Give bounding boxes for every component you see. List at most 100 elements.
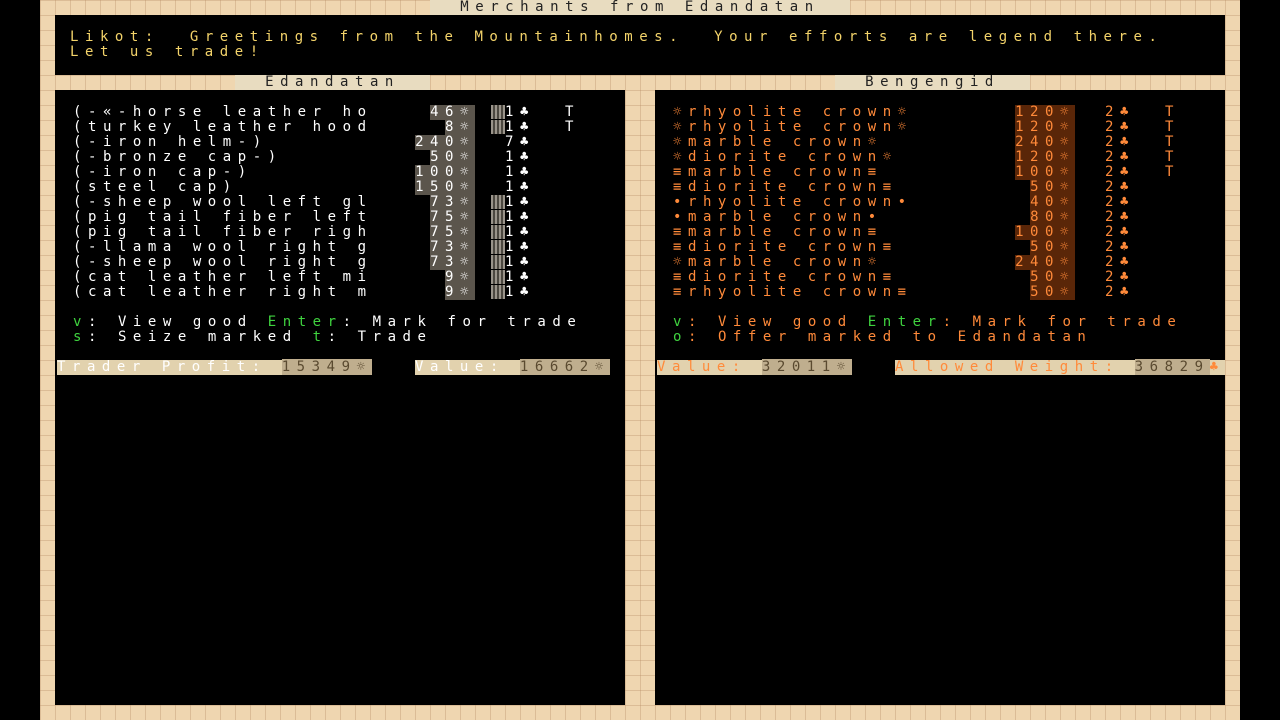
trade-item-row[interactable]: (-sheep wool right g 73☼ 1 ♣ [55, 255, 625, 270]
weight-icon: ♣ [520, 209, 535, 225]
item-name: ≡diorite crown≡ [673, 239, 898, 255]
bin-icon [491, 195, 505, 209]
trader-goods-panel: (-«-horse leather ho 46☼ 1 ♣ T (turkey leathe… [55, 90, 625, 705]
trade-item-row[interactable]: ≡diorite crown≡ 50☼ 2 ♣ [655, 270, 1225, 285]
key-o[interactable]: o [673, 329, 688, 345]
item-value: 120☼ [1015, 119, 1075, 135]
item-name: (steel cap) [73, 179, 238, 195]
weight-icon: ♣ [1120, 239, 1135, 255]
trade-flag: T [1165, 134, 1180, 150]
item-name: ☼marble crown☼ [673, 254, 883, 270]
trade-item-row[interactable]: (cat leather left mi 9☼ 1 ♣ [55, 270, 625, 285]
trade-item-row[interactable]: ☼marble crown☼ 240☼ 2 ♣ T [655, 135, 1225, 150]
item-weight: 1 [505, 209, 520, 225]
trade-item-row[interactable]: •marble crown• 80☼ 2 ♣ [655, 210, 1225, 225]
help-view-good: : View good [687, 314, 868, 330]
trade-item-row[interactable]: (cat leather right m 9☼ 1 ♣ [55, 285, 625, 300]
key-v[interactable]: v [73, 314, 88, 330]
item-value: 150☼ [415, 179, 475, 195]
item-weight: 1 [505, 239, 520, 255]
item-value: 50☼ [1030, 269, 1075, 285]
trade-item-row[interactable]: (-sheep wool left gl 73☼ 1 ♣ [55, 195, 625, 210]
item-name: (-«-horse leather ho [73, 104, 373, 120]
help-offer: : Offer marked to Edandatan [687, 329, 1093, 345]
value-label: Value: [415, 359, 520, 375]
item-name: (turkey leather hood [73, 119, 373, 135]
item-name: (-bronze cap-) [73, 149, 283, 165]
item-name: ≡marble crown≡ [673, 224, 883, 240]
item-weight: 1 [505, 104, 520, 120]
trade-item-row[interactable]: (pig tail fiber righ 75☼ 1 ♣ [55, 225, 625, 240]
trade-item-row[interactable]: (-iron cap-) 100☼ 1 ♣ [55, 165, 625, 180]
bin-icon [491, 225, 505, 239]
right-value: Value: 32011☼ [657, 359, 852, 375]
allowed-weight: Allowed Weight: 36829♣ [895, 359, 1225, 375]
item-value: 50☼ [1030, 239, 1075, 255]
help-mark: : Mark for trade [942, 314, 1183, 330]
item-value: 100☼ [415, 164, 475, 180]
bin-icon [491, 255, 505, 269]
bin-icon [491, 120, 505, 134]
item-name: ☼diorite crown☼ [673, 149, 898, 165]
item-name: (-sheep wool right g [73, 254, 373, 270]
trade-item-row[interactable]: ≡rhyolite crown≡ 50☼ 2 ♣ [655, 285, 1225, 300]
item-name: (-llama wool right g [73, 239, 373, 255]
message-line-1: Likot: Greetings from the Mountainhomes.… [70, 30, 1163, 45]
item-name: ≡diorite crown≡ [673, 179, 898, 195]
item-value: 75☼ [430, 209, 475, 225]
item-name: (-iron helm-) [73, 134, 268, 150]
bin-icon [491, 240, 505, 254]
item-weight: 1 [505, 119, 520, 135]
item-weight: 1 [505, 284, 520, 300]
item-value: 46☼ [430, 104, 475, 120]
help-line-2: s: Seize marked t: Trade [73, 330, 433, 345]
item-name: (-sheep wool left gl [73, 194, 373, 210]
trader-profit: Trader Profit: 15349☼ [57, 359, 372, 375]
key-t[interactable]: t [313, 329, 328, 345]
trade-item-row[interactable]: (steel cap) 150☼ 1 ♣ [55, 180, 625, 195]
left-panel-title: Edandatan [235, 75, 430, 90]
trade-item-row[interactable]: ≡diorite crown≡ 50☼ 2 ♣ [655, 180, 1225, 195]
trade-item-row[interactable]: (-llama wool right g 73☼ 1 ♣ [55, 240, 625, 255]
key-v[interactable]: v [673, 314, 688, 330]
key-s[interactable]: s [73, 329, 88, 345]
trade-item-row[interactable]: (turkey leather hood 8☼ 1 ♣ T [55, 120, 625, 135]
trade-item-row[interactable]: ≡marble crown≡ 100☼ 2 ♣ T [655, 165, 1225, 180]
trade-item-row[interactable]: ☼rhyolite crown☼ 120☼ 2 ♣ T [655, 105, 1225, 120]
weight-icon: ♣ [1120, 194, 1135, 210]
trade-flag: T [1165, 104, 1180, 120]
window-title: Merchants from Edandatan [430, 0, 850, 15]
bin-icon [491, 270, 505, 284]
trade-flag: T [1165, 119, 1180, 135]
speaker: Likot: [70, 29, 160, 45]
item-value: 120☼ [1015, 149, 1075, 165]
weight-icon: ♣ [520, 284, 535, 300]
item-name: (-iron cap-) [73, 164, 253, 180]
item-weight: 1 [505, 269, 520, 285]
key-enter[interactable]: Enter [268, 314, 343, 330]
item-weight: 2 [1105, 224, 1120, 240]
weight-icon: ♣ [1120, 119, 1135, 135]
trade-item-row[interactable]: ☼rhyolite crown☼ 120☼ 2 ♣ T [655, 120, 1225, 135]
message-box: Likot: Greetings from the Mountainhomes.… [55, 15, 1225, 75]
trade-item-row[interactable]: ≡diorite crown≡ 50☼ 2 ♣ [655, 240, 1225, 255]
item-name: ☼marble crown☼ [673, 134, 883, 150]
item-value: 240☼ [415, 134, 475, 150]
item-weight: 2 [1105, 209, 1120, 225]
trade-item-row[interactable]: ☼marble crown☼ 240☼ 2 ♣ [655, 255, 1225, 270]
weight-icon: ♣ [1120, 254, 1135, 270]
key-enter[interactable]: Enter [868, 314, 943, 330]
trade-item-row[interactable]: (pig tail fiber left 75☼ 1 ♣ [55, 210, 625, 225]
trade-item-row[interactable]: ≡marble crown≡ 100☼ 2 ♣ [655, 225, 1225, 240]
trade-item-row[interactable]: ☼diorite crown☼ 120☼ 2 ♣ T [655, 150, 1225, 165]
profit-value: 15349☼ [281, 359, 372, 375]
item-name: •marble crown• [673, 209, 883, 225]
item-value: 73☼ [430, 239, 475, 255]
trade-item-row[interactable]: (-iron helm-) 240☼ 7 ♣ [55, 135, 625, 150]
value-label: Value: [657, 359, 762, 375]
item-name: ≡rhyolite crown≡ [673, 284, 913, 300]
trade-item-row[interactable]: (-«-horse leather ho 46☼ 1 ♣ T [55, 105, 625, 120]
trade-item-row[interactable]: •rhyolite crown• 40☼ 2 ♣ [655, 195, 1225, 210]
trade-item-row[interactable]: (-bronze cap-) 50☼ 1 ♣ [55, 150, 625, 165]
item-value: 50☼ [1030, 179, 1075, 195]
